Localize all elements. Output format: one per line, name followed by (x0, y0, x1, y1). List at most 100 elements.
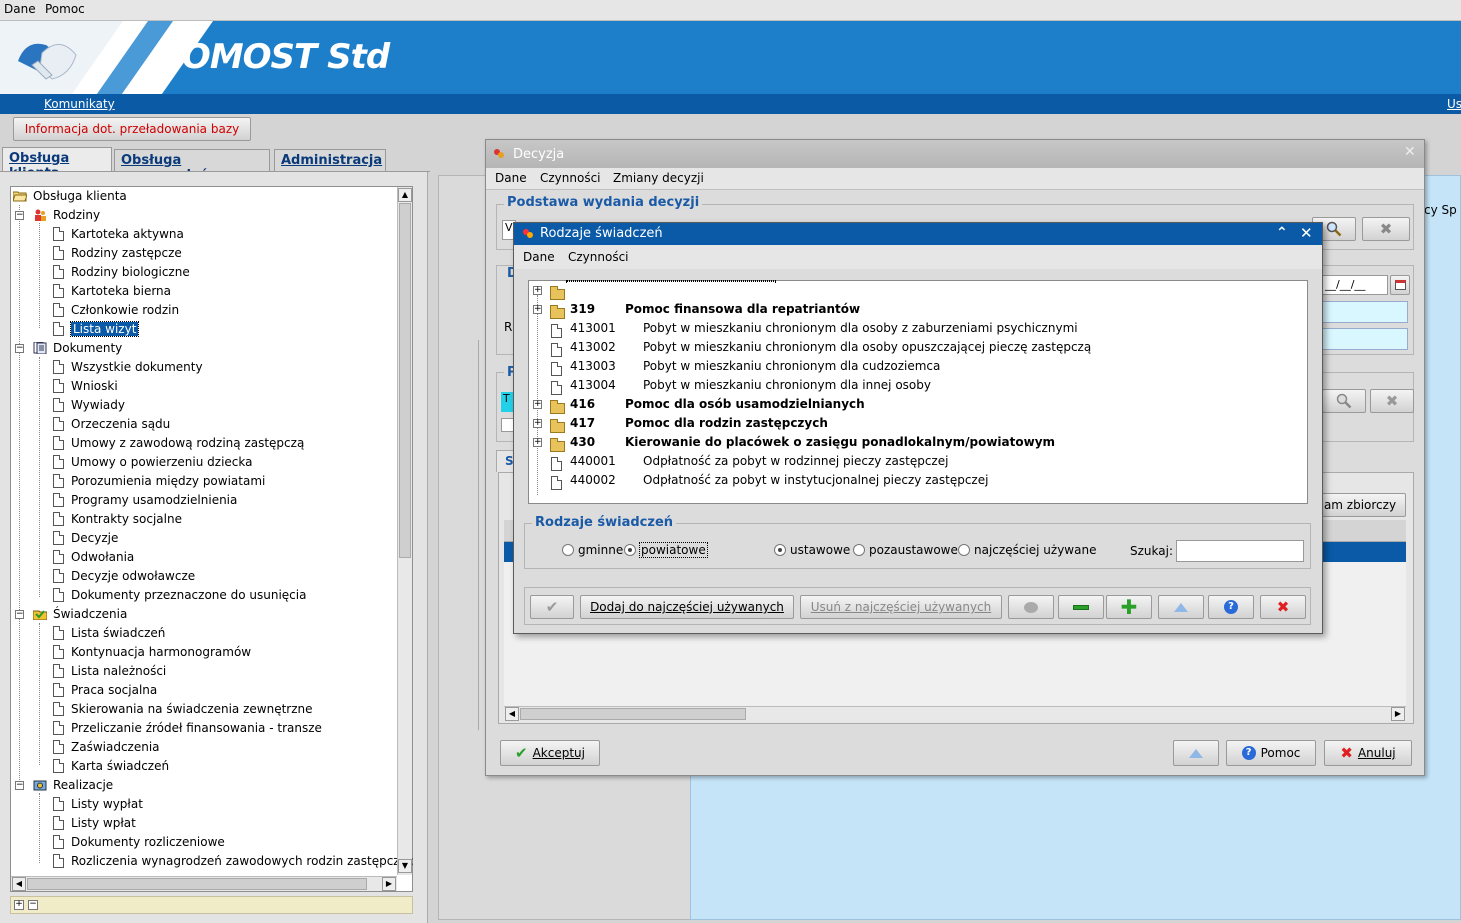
tree-row-413001[interactable]: 413001 Pobyt w mieszkaniu chronionym dla… (529, 319, 1289, 338)
expand-all-icon[interactable]: + (14, 900, 24, 910)
collapse-all-icon[interactable]: − (28, 900, 38, 910)
rodzaje-menu-czynnosci[interactable]: Czynności (568, 250, 629, 264)
tree-item[interactable]: Decyzje odwoławcze (53, 567, 195, 586)
tree-item[interactable]: Lista należności (53, 662, 166, 681)
tree-item[interactable]: Umowy z zawodową rodziną zastępczą (53, 434, 304, 453)
tree-item[interactable]: Lista świadczeń (53, 624, 165, 643)
anuluj-button[interactable]: ✖ Anuluj (1324, 740, 1412, 766)
tree-scroll-thumb[interactable] (399, 203, 411, 558)
add-favourite-button[interactable]: Dodaj do najczęściej używanych (580, 595, 794, 619)
decyzja-titlebar[interactable]: Decyzja ✕ (486, 140, 1424, 168)
tree-item[interactable]: Odwołania (53, 548, 134, 567)
close-icon[interactable]: ✕ (1404, 144, 1416, 160)
akceptuj-button[interactable]: ✔ Akceptuj (500, 740, 600, 766)
cancel-button[interactable]: ✖ (1260, 595, 1306, 619)
tree-item[interactable]: Skierowania na świadczenia zewnętrzne (53, 700, 313, 719)
scroll-right-arrow-icon[interactable]: ▶ (1391, 707, 1405, 721)
decyzja-menu-zmiany[interactable]: Zmiany decyzji (613, 171, 704, 185)
tree-root[interactable]: Obsługa klienta (13, 187, 127, 206)
remove-favourite-button[interactable]: Usuń z najczęściej używanych (800, 595, 1002, 619)
expand-icon[interactable]: + (533, 400, 542, 409)
menu-dane[interactable]: Dane (4, 2, 36, 16)
confirm-button[interactable]: ✔ (530, 595, 574, 619)
minimize-chevron-icon[interactable]: ⌃ (1276, 225, 1288, 241)
search-input[interactable] (1176, 540, 1304, 562)
tree-row-319[interactable]: + 319 Pomoc finansowa dla repatriantów (529, 300, 1289, 319)
tree-hscroll-thumb[interactable] (27, 878, 367, 890)
tree-item[interactable]: Przeliczanie źródeł finansowania - trans… (53, 719, 322, 738)
radio-gminne[interactable]: gminne (562, 543, 623, 557)
tree-item[interactable]: Rodziny zastępcze (53, 244, 182, 263)
expand-icon[interactable]: + (533, 438, 542, 447)
move-up-button[interactable] (1173, 740, 1219, 766)
tree-row-413003[interactable]: 413003 Pobyt w mieszkaniu chronionym dla… (529, 357, 1289, 376)
tree-group-rodziny[interactable]: Rodziny (33, 206, 100, 225)
radio-powiatowe[interactable]: powiatowe (624, 542, 708, 558)
tree-item[interactable]: Umowy o powierzeniu dziecka (53, 453, 253, 472)
decyzja-menu-czynnosci[interactable]: Czynności (540, 171, 601, 185)
comment-button[interactable] (1008, 595, 1054, 619)
tree-row-440002[interactable]: 440002 Odpłatność za pobyt w instytucjon… (529, 471, 1289, 490)
radio-ustawowe[interactable]: ustawowe (774, 543, 850, 557)
help-button[interactable]: ? (1208, 595, 1254, 619)
tree-item[interactable]: Zaświadczenia (53, 738, 160, 757)
scroll-up-arrow-icon[interactable]: ▲ (398, 188, 412, 202)
scroll-down-arrow-icon[interactable]: ▼ (398, 859, 412, 873)
tab-obsluga-klienta[interactable]: Obsługa klienta (2, 147, 112, 181)
komunikaty-link[interactable]: Komunikaty (44, 97, 115, 111)
scroll-right-arrow-icon[interactable]: ▶ (382, 877, 396, 891)
tree-row-318[interactable]: + 318 Pomoc dla cudzoziemców (529, 281, 797, 300)
tree-item[interactable]: Kartoteka aktywna (53, 225, 184, 244)
move-up-button[interactable] (1158, 595, 1204, 619)
tree-item[interactable]: Listy wypłat (53, 795, 143, 814)
tree-item[interactable]: Porozumienia między powiatami (53, 472, 265, 491)
collapse-swiadczenia-icon[interactable]: − (15, 610, 24, 619)
tree-item[interactable]: Karta świadczeń (53, 757, 169, 776)
tree-group-realizacje[interactable]: Realizacje (33, 776, 113, 795)
tree-item[interactable]: Praca socjalna (53, 681, 157, 700)
date-field[interactable]: __/__/__ (1322, 275, 1388, 295)
table-hscroll-thumb[interactable] (520, 708, 746, 720)
scroll-left-arrow-icon[interactable]: ◀ (12, 877, 26, 891)
tree-row-440001[interactable]: 440001 Odpłatność za pobyt w rodzinnej p… (529, 452, 1289, 471)
collapse-button[interactable] (1058, 595, 1104, 619)
collapse-rodziny-icon[interactable]: − (15, 211, 24, 220)
menu-pomoc[interactable]: Pomoc (45, 2, 85, 16)
cyan-field[interactable] (1322, 328, 1408, 350)
tree-item[interactable]: Kontrakty socjalne (53, 510, 182, 529)
info-reload-button[interactable]: Informacja dot. przeładowania bazy (13, 117, 251, 141)
expand-button[interactable]: ✚ (1106, 595, 1152, 619)
tree-item[interactable]: Programy usamodzielnienia (53, 491, 237, 510)
collapse-dokumenty-icon[interactable]: − (15, 344, 24, 353)
tree-item[interactable]: Decyzje (53, 529, 118, 548)
scroll-left-arrow-icon[interactable]: ◀ (505, 707, 519, 721)
zbiorczy-button[interactable]: am zbiorczy (1314, 493, 1406, 517)
radio-najczesciej[interactable]: najczęściej używane (958, 543, 1096, 557)
tree-item[interactable]: Członkowie rodzin (53, 301, 179, 320)
tree-item[interactable]: Wnioski (53, 377, 118, 396)
tree-item[interactable]: Listy wpłat (53, 814, 136, 833)
close-icon[interactable]: ✕ (1300, 224, 1313, 242)
pomoc-button[interactable]: ? Pomoc (1226, 740, 1316, 766)
tree-group-dokumenty[interactable]: Dokumenty (33, 339, 122, 358)
clear-button[interactable]: ✖ (1362, 217, 1410, 241)
tree-item[interactable]: Dokumenty przeznaczone do usunięcia (53, 586, 306, 605)
tree-row-416[interactable]: + 416 Pomoc dla osób usamodzielnianych (529, 395, 1289, 414)
collapse-realizacje-icon[interactable]: − (15, 781, 24, 790)
cyan-field[interactable] (1322, 301, 1408, 323)
tree-group-swiadczenia[interactable]: Świadczenia (33, 605, 127, 624)
tree-item-selected[interactable]: Lista wizyt (53, 320, 140, 339)
tab-obsluga-sprawozdan[interactable]: Obsługa sprawozdań (114, 149, 270, 183)
radio-pozaustawowe[interactable]: pozaustawowe (853, 543, 958, 557)
expand-icon[interactable]: + (533, 286, 542, 295)
decyzja-menu-dane[interactable]: Dane (495, 171, 527, 185)
tree-item[interactable]: Rozliczenia wynagrodzeń zawodowych rodzi… (53, 852, 413, 871)
tree-row-417[interactable]: + 417 Pomoc dla rodzin zastępczych (529, 414, 1289, 433)
tree-row-430[interactable]: + 430 Kierowanie do placówek o zasięgu p… (529, 433, 1289, 452)
tree-row-413002[interactable]: 413002 Pobyt w mieszkaniu chronionym dla… (529, 338, 1289, 357)
clear-button-2[interactable]: ✖ (1370, 389, 1414, 413)
tree-item[interactable]: Kontynuacja harmonogramów (53, 643, 251, 662)
tree-item[interactable]: Dokumenty rozliczeniowe (53, 833, 225, 852)
expand-icon[interactable]: + (533, 305, 542, 314)
user-link[interactable]: Us (1447, 97, 1461, 111)
